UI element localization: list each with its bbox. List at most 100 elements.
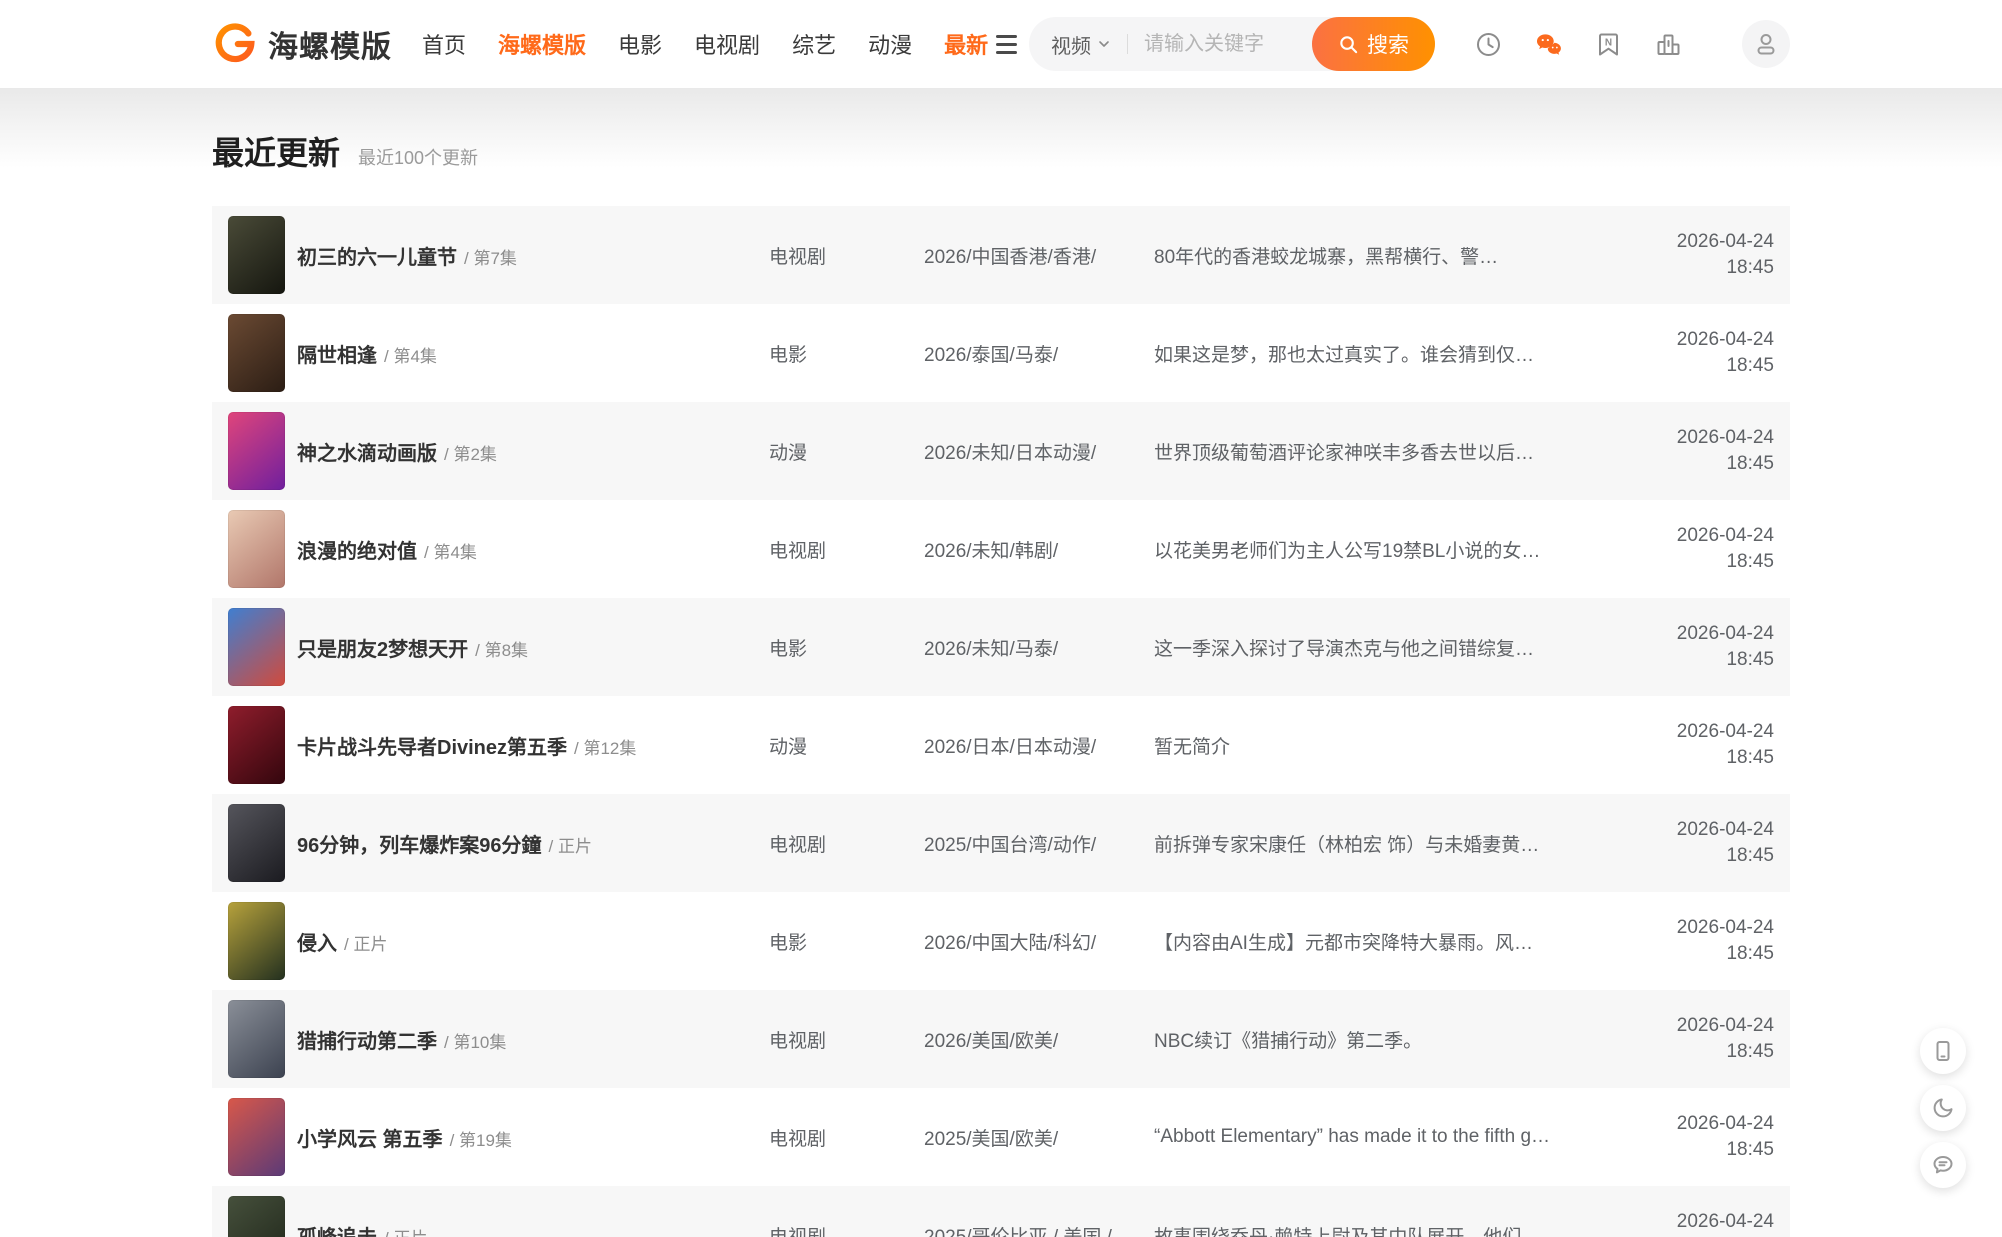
search-icon — [1338, 34, 1359, 55]
item-datetime: 2026-04-24 18:45 — [1652, 719, 1774, 771]
item-title[interactable]: 卡片战斗先导者Divinez第五季 — [297, 737, 567, 759]
item-meta: 2026/中国香港/香港/ — [924, 242, 1154, 269]
wechat-icon[interactable] — [1535, 31, 1562, 58]
item-time: 18:45 — [1652, 255, 1774, 281]
item-episode: / 第19集 — [450, 1131, 512, 1150]
poster-thumbnail[interactable] — [228, 608, 285, 686]
item-time: 18:45 — [1652, 353, 1774, 379]
poster-thumbnail[interactable] — [228, 1000, 285, 1078]
chevron-down-icon — [1097, 37, 1111, 51]
item-category: 电视剧 — [769, 1124, 924, 1151]
item-episode: / 第8集 — [475, 641, 528, 660]
item-meta: 2026/美国/欧美/ — [924, 1026, 1154, 1053]
search-channel-label: 视频 — [1051, 30, 1091, 59]
poster-thumbnail[interactable] — [228, 314, 285, 392]
bookmark-n-icon[interactable]: N — [1595, 31, 1622, 58]
item-category: 电视剧 — [769, 1222, 924, 1237]
title-cell: 隔世相逢/ 第4集 — [297, 339, 769, 368]
item-meta: 2025/中国台湾/动作/ — [924, 830, 1154, 857]
item-title[interactable]: 猎捕行动第二季 — [297, 1031, 437, 1053]
nav-item[interactable]: 电视剧 — [694, 28, 760, 60]
nav-item[interactable]: 电影 — [618, 28, 662, 60]
item-date: 2026-04-24 — [1652, 229, 1774, 255]
history-clock-icon[interactable] — [1475, 31, 1502, 58]
item-title[interactable]: 小学风云 第五季 — [297, 1129, 443, 1151]
title-cell: 神之水滴动画版/ 第2集 — [297, 437, 769, 466]
list-item[interactable]: 卡片战斗先导者Divinez第五季/ 第12集 动漫 2026/日本/日本动漫/… — [212, 696, 1790, 794]
list-item[interactable]: 只是朋友2梦想天开/ 第8集 电影 2026/未知/马泰/ 这一季深入探讨了导演… — [212, 598, 1790, 696]
list-item[interactable]: 小学风云 第五季/ 第19集 电视剧 2025/美国/欧美/ “Abbott E… — [212, 1088, 1790, 1186]
poster-thumbnail[interactable] — [228, 902, 285, 980]
nav-item[interactable]: 综艺 — [792, 28, 836, 60]
poster-thumbnail[interactable] — [228, 706, 285, 784]
dark-mode-button[interactable] — [1920, 1085, 1966, 1131]
main-nav: 首页海螺模版电影电视剧综艺动漫最新 — [422, 28, 988, 60]
item-meta: 2026/泰国/马泰/ — [924, 340, 1154, 367]
user-avatar-button[interactable] — [1742, 20, 1790, 68]
item-category: 动漫 — [769, 732, 924, 759]
item-title[interactable]: 只是朋友2梦想天开 — [297, 639, 468, 661]
title-cell: 侵入 / 正片 — [297, 927, 769, 956]
search-input[interactable] — [1144, 33, 1310, 56]
page-subtitle: 最近100个更新 — [358, 144, 478, 174]
dark-mode-moon-icon — [1931, 1096, 1955, 1120]
item-datetime: 2026-04-24 18:45 — [1652, 1111, 1774, 1163]
item-category: 电影 — [769, 634, 924, 661]
item-date: 2026-04-24 — [1652, 1013, 1774, 1039]
list-item[interactable]: 浪漫的绝对值/ 第4集 电视剧 2026/未知/韩剧/ 以花美男老师们为主人公写… — [212, 500, 1790, 598]
mobile-app-button[interactable] — [1920, 1028, 1966, 1074]
item-date: 2026-04-24 — [1652, 327, 1774, 353]
poster-thumbnail[interactable] — [228, 510, 285, 588]
ranking-chart-icon[interactable] — [1655, 31, 1682, 58]
item-episode: / 第7集 — [464, 249, 517, 268]
item-episode: / 正片 — [344, 935, 387, 954]
nav-item[interactable]: 首页 — [422, 28, 466, 60]
list-item[interactable]: 神之水滴动画版/ 第2集 动漫 2026/未知/日本动漫/ 世界顶级葡萄酒评论家… — [212, 402, 1790, 500]
list-item[interactable]: 96分钟，列车爆炸案96分鐘/ 正片 电视剧 2025/中国台湾/动作/ 前拆弹… — [212, 794, 1790, 892]
title-cell: 小学风云 第五季 / 第19集 — [297, 1123, 769, 1152]
list-item[interactable]: 隔世相逢/ 第4集 电影 2026/泰国/马泰/ 如果这是梦，那也太过真实了。谁… — [212, 304, 1790, 402]
site-logo[interactable]: 海螺模版 — [212, 21, 392, 67]
item-title[interactable]: 浪漫的绝对值 — [297, 541, 417, 563]
search-button[interactable]: 搜索 — [1312, 17, 1435, 71]
site-header: 海螺模版 首页海螺模版电影电视剧综艺动漫最新 视频 — [0, 0, 2002, 88]
item-description: 如果这是梦，那也太过真实了。谁会猜到仅… — [1154, 340, 1652, 367]
item-title[interactable]: 96分钟，列车爆炸案96分鐘 — [297, 835, 542, 857]
item-title[interactable]: 侵入 — [297, 933, 337, 955]
floating-toolbar — [1920, 1028, 1966, 1188]
item-title[interactable]: 隔世相逢 — [297, 345, 377, 367]
item-time: 18:45 — [1652, 647, 1774, 673]
list-item[interactable]: 侵入/ 正片 电影 2026/中国大陆/科幻/ 【内容由AI生成】元都市突降特大… — [212, 892, 1790, 990]
poster-thumbnail[interactable] — [228, 804, 285, 882]
poster-thumbnail[interactable] — [228, 1098, 285, 1176]
item-meta: 2026/日本/日本动漫/ — [924, 732, 1154, 759]
item-datetime: 2026-04-24 18:45 — [1652, 817, 1774, 869]
item-time: 18:45 — [1652, 1137, 1774, 1163]
feedback-button[interactable] — [1920, 1142, 1966, 1188]
item-datetime: 2026-04-24 18:45 — [1652, 1013, 1774, 1065]
nav-item[interactable]: 最新 — [944, 28, 988, 60]
item-datetime: 2026-04-24 18:45 — [1652, 523, 1774, 575]
title-cell: 浪漫的绝对值 / 第4集 — [297, 535, 769, 564]
item-episode: / 第4集 — [424, 543, 477, 562]
item-title[interactable]: 初三的六一儿童节 — [297, 247, 457, 269]
item-datetime: 2026-04-24 18:45 — [1652, 621, 1774, 673]
item-title[interactable]: 神之水滴动画版 — [297, 443, 437, 465]
list-item[interactable]: 孤峰追击/ 正片 电视剧 2025/哥伦比亚 / 美国 / 故事围绕乔丹·赖特上… — [212, 1186, 1790, 1237]
poster-thumbnail[interactable] — [228, 412, 285, 490]
poster-thumbnail[interactable] — [228, 216, 285, 294]
item-date: 2026-04-24 — [1652, 425, 1774, 451]
list-item[interactable]: 猎捕行动第二季/ 第10集 电视剧 2026/美国/欧美/ NBC续订《猎捕行动… — [212, 990, 1790, 1088]
item-title[interactable]: 孤峰追击 — [297, 1227, 377, 1237]
search-channel-select[interactable]: 视频 — [1051, 30, 1111, 59]
item-time: 18:45 — [1652, 941, 1774, 967]
list-item[interactable]: 初三的六一儿童节/ 第7集 电视剧 2026/中国香港/香港/ 80年代的香港蛟… — [212, 206, 1790, 304]
item-time: 18:45 — [1652, 549, 1774, 575]
search-bar: 视频 搜索 — [1029, 17, 1435, 71]
poster-thumbnail[interactable] — [228, 1196, 285, 1237]
hamburger-icon[interactable] — [994, 31, 1019, 58]
nav-item[interactable]: 动漫 — [868, 28, 912, 60]
item-datetime: 2026-04-24 18:45 — [1652, 327, 1774, 379]
nav-item[interactable]: 海螺模版 — [498, 28, 586, 60]
item-time: 18:45 — [1652, 1039, 1774, 1065]
